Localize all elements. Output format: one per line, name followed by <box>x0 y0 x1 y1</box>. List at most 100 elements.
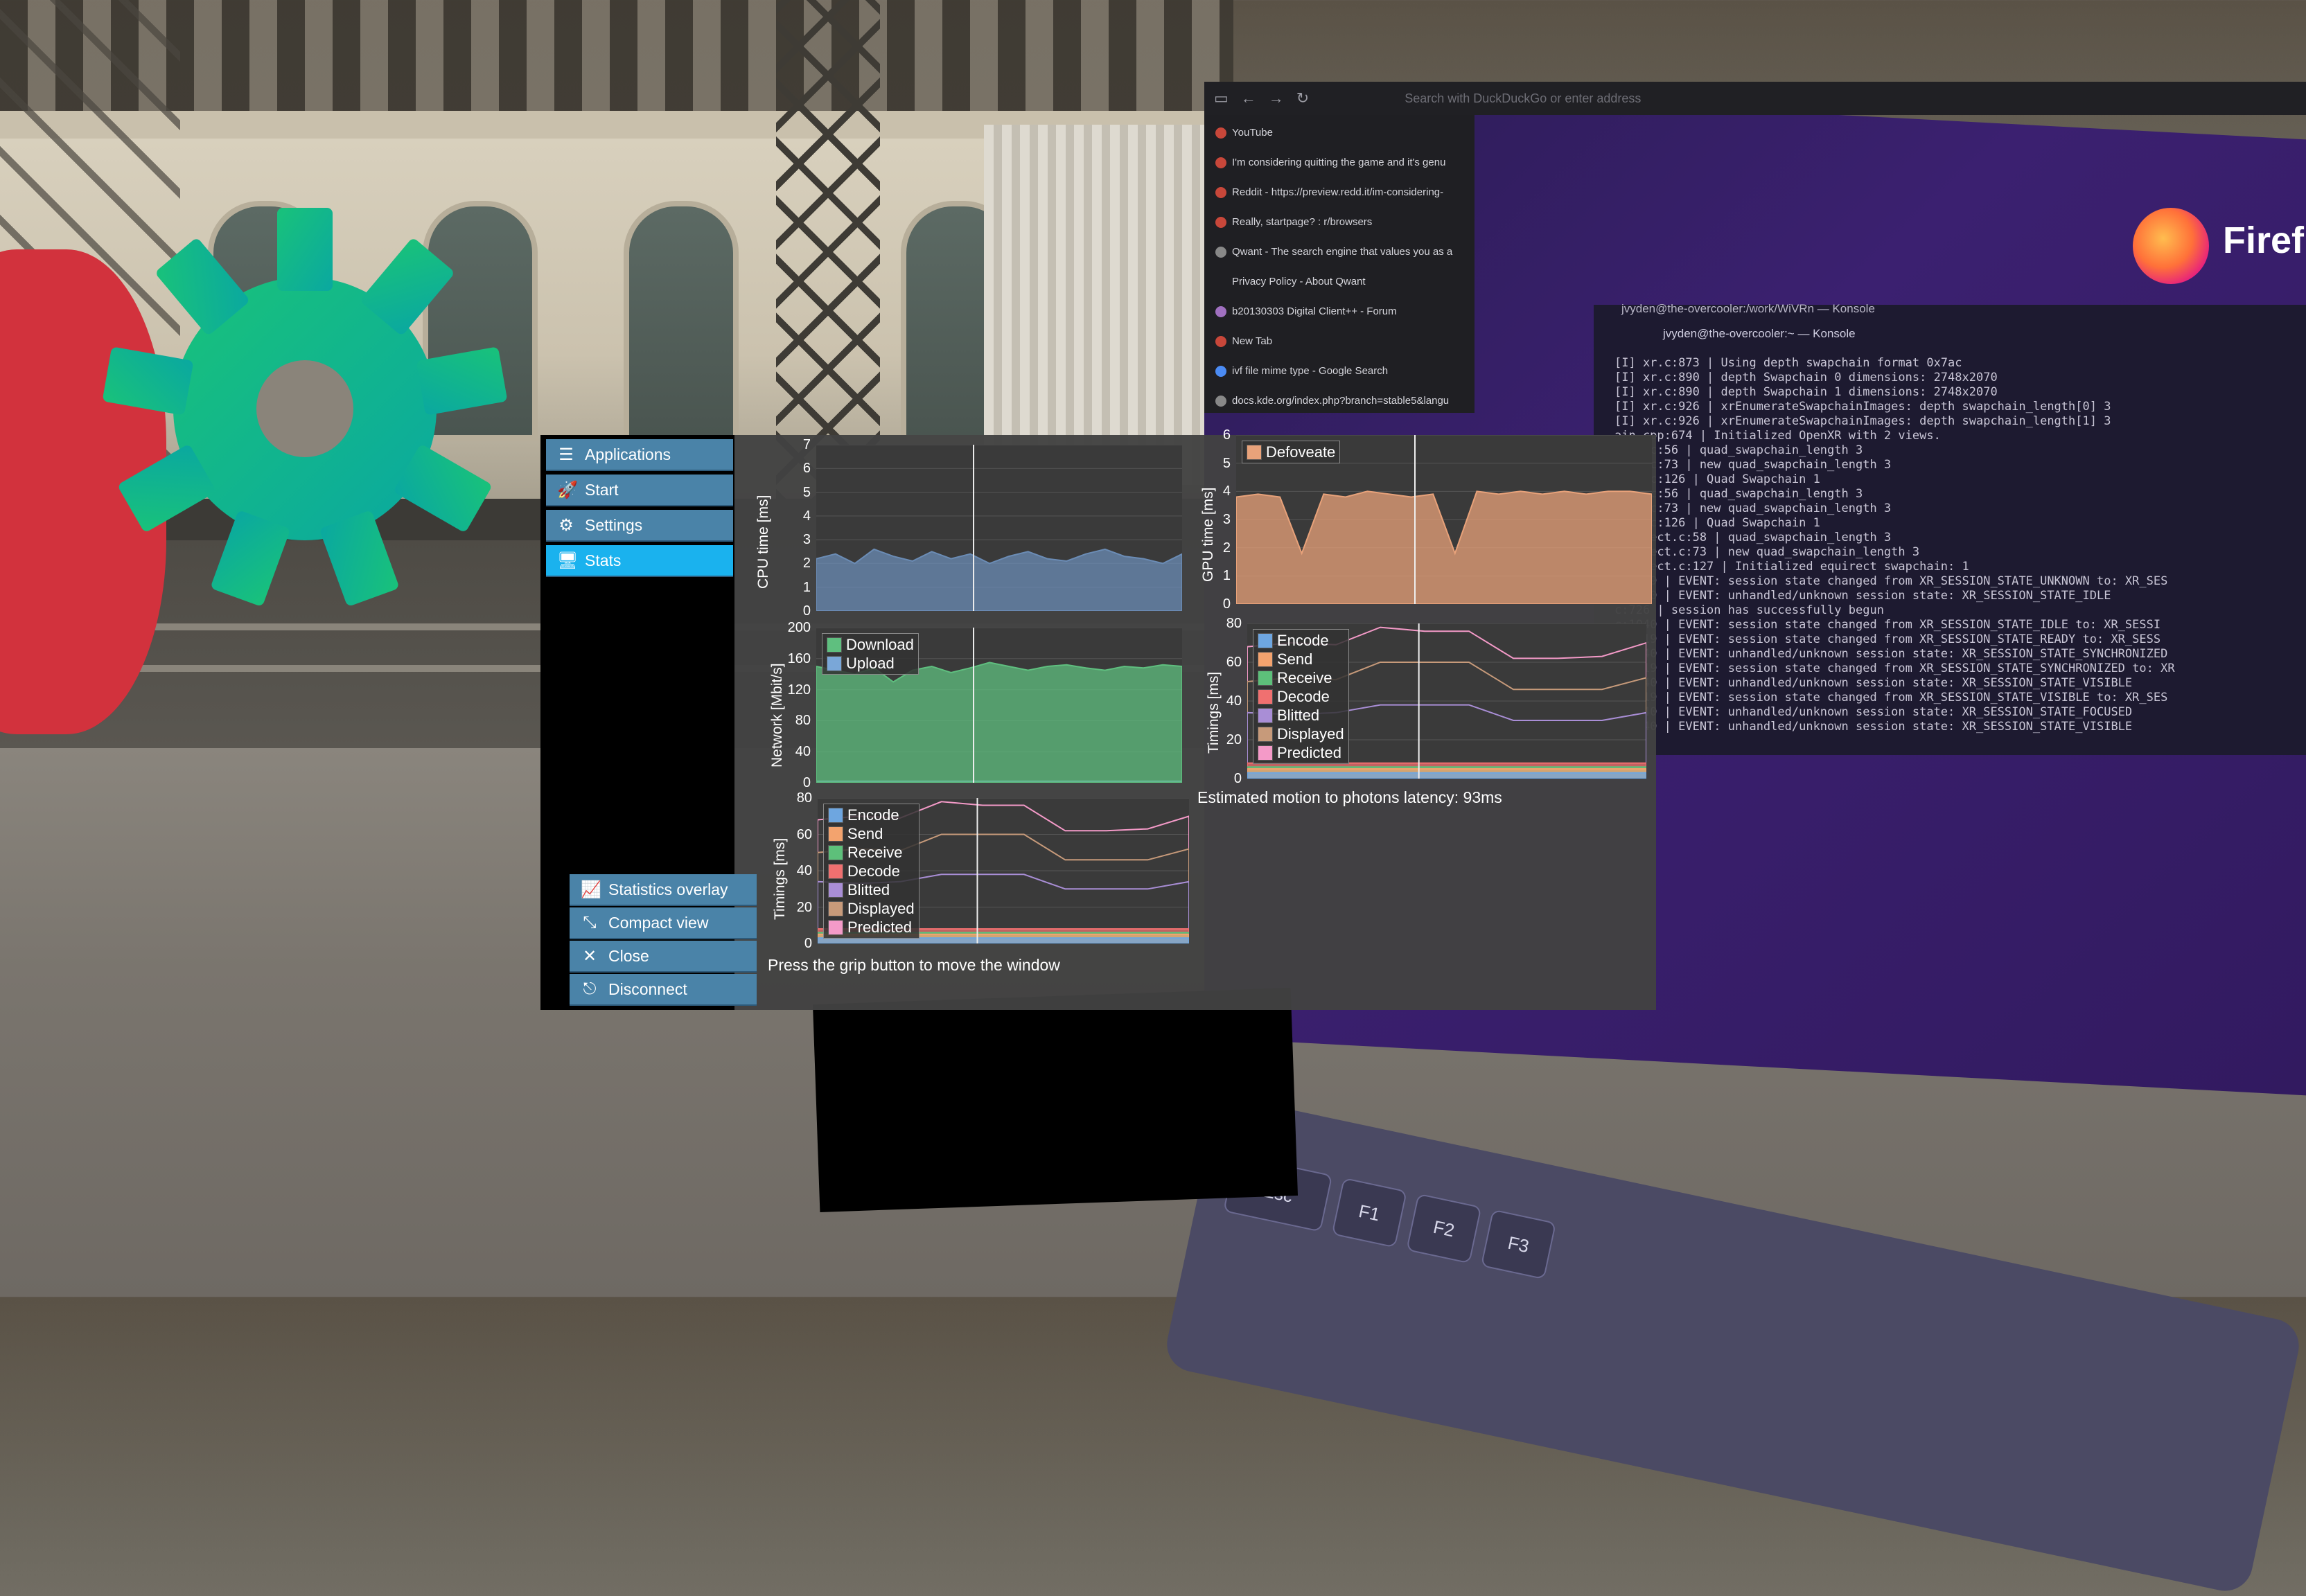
terminal-line: c:1019 | EVENT: session state changed fr… <box>1614 691 2168 704</box>
action-close[interactable]: ✕ Close <box>570 941 757 973</box>
y-tick-label: 20 <box>796 899 812 915</box>
terminal-line: quad.c:56 | quad_swapchain_length 3 <box>1614 487 1863 501</box>
terminal-line: c:1040 | EVENT: unhandled/unknown sessio… <box>1614 589 2111 603</box>
action-disconnect[interactable]: ⎋ Disconnect <box>570 974 757 1006</box>
favicon-icon <box>1215 157 1226 168</box>
history-item[interactable]: Reddit - https://preview.redd.it/im-cons… <box>1204 177 1475 207</box>
sidebar-item-start[interactable]: 🚀 Start <box>546 475 733 506</box>
shipping-container <box>984 125 1206 485</box>
action-label: Compact view <box>608 913 709 932</box>
legend-label: Send <box>847 825 883 842</box>
history-item[interactable]: I'm considering quitting the game and it… <box>1204 148 1475 177</box>
history-item-label: Privacy Policy - About Qwant <box>1232 276 1366 287</box>
sidebar-item-stats[interactable]: 🖥 Stats <box>546 545 733 577</box>
legend-item: Send <box>828 824 915 843</box>
legend-item: Encode <box>828 806 915 824</box>
history-item[interactable]: New Tab <box>1204 326 1475 356</box>
history-item[interactable]: docs.kde.org/index.php?branch=stable5&la… <box>1204 386 1475 416</box>
legend-item: Blitted <box>1258 706 1344 725</box>
history-item-label: Really, startpage? : r/browsers <box>1232 216 1373 228</box>
sidebar-toggle-icon[interactable]: ▭ <box>1214 89 1229 107</box>
legend-label: Displayed <box>1277 725 1344 743</box>
y-tick-label: 0 <box>804 936 812 951</box>
history-item[interactable]: YouTube <box>1204 118 1475 148</box>
konsole-tab[interactable]: jvyden@the-overcooler:~ — Konsole <box>1663 327 1856 341</box>
terminal-line: equirect.c:58 | quad_swapchain_length 3 <box>1614 531 1892 544</box>
sidebar-item-label: Start <box>585 480 619 499</box>
rocket-icon: 🚀 <box>557 480 578 499</box>
y-tick-label: 80 <box>796 790 812 806</box>
history-item-label: New Tab <box>1232 335 1273 347</box>
history-item[interactable]: ivf file mime type - Google Search <box>1204 356 1475 386</box>
legend-swatch <box>828 863 843 879</box>
y-tick-label: 0 <box>1233 771 1242 786</box>
legend-label: Displayed <box>847 900 915 917</box>
forward-icon[interactable]: → <box>1269 89 1284 107</box>
y-tick-label: 0 <box>802 775 811 790</box>
key-f3[interactable]: F3 <box>1480 1209 1557 1280</box>
legend-item: Receive <box>828 843 915 862</box>
legend-item: Blitted <box>828 880 915 899</box>
terminal-line: c:1040 | EVENT: session state changed fr… <box>1614 618 2161 632</box>
terminal-line: quad.c:126 | Quad Swapchain 1 <box>1614 472 1820 486</box>
y-tick-label: 40 <box>796 863 812 878</box>
series-encode <box>818 937 1189 943</box>
key-f1[interactable]: F1 <box>1331 1177 1407 1248</box>
history-item-label: docs.kde.org/index.php?branch=stable5&la… <box>1232 395 1450 407</box>
history-item[interactable]: b20130303 Digital Client++ - Forum <box>1204 296 1475 326</box>
legend-label: Predicted <box>847 919 912 936</box>
y-tick-label: 160 <box>787 650 811 666</box>
y-tick-label: 5 <box>802 484 811 500</box>
reload-icon[interactable]: ↻ <box>1296 89 1309 107</box>
chart-legend: Defoveate <box>1242 441 1341 463</box>
door-icon: ⎋ <box>583 979 597 998</box>
history-item[interactable]: Privacy Policy - About Qwant <box>1204 267 1475 296</box>
favicon-icon <box>1215 395 1226 407</box>
y-tick-label: 4 <box>1222 484 1231 499</box>
legend-swatch <box>828 901 843 916</box>
terminal-line: c:1040 | EVENT: unhandled/unknown sessio… <box>1614 647 2168 661</box>
key-f2[interactable]: F2 <box>1406 1193 1482 1264</box>
y-tick-label: 200 <box>787 620 811 635</box>
browser-toolbar: ▭ ← → ↻ Search with DuckDuckGo or enter … <box>1204 82 2306 115</box>
terminal-line: c:1040 | EVENT: unhandled/unknown sessio… <box>1614 720 2133 734</box>
action-compact-view[interactable]: ⤡ Compact view <box>570 907 757 939</box>
favicon-icon <box>1215 305 1226 317</box>
action-label: Close <box>608 946 649 965</box>
y-tick-label: 80 <box>1226 616 1242 631</box>
legend-item: Receive <box>1258 668 1344 687</box>
y-tick-label: 6 <box>802 461 811 477</box>
history-item[interactable]: Qwant - The search engine that values yo… <box>1204 237 1475 267</box>
legend-item: Defoveate <box>1247 443 1335 461</box>
action-label: Statistics overlay <box>608 880 728 898</box>
y-tick-label: 2 <box>802 556 811 571</box>
terminal-line: ain.cpp:674 | Initialized OpenXR with 2 … <box>1614 429 1941 443</box>
legend-label: Decode <box>1277 688 1330 705</box>
legend-swatch <box>828 919 843 935</box>
y-tick-label: 40 <box>795 744 811 760</box>
terminal-line: [I] xr.c:926 | xrEnumerateSwapchainImage… <box>1614 400 2111 414</box>
history-item[interactable]: Really, startpage? : r/browsers <box>1204 207 1475 237</box>
legend-swatch <box>827 637 842 653</box>
terminal-line: [I] xr.c:873 | Using depth swapchain for… <box>1614 356 1962 370</box>
terminal-line: quad.c:126 | Quad Swapchain 1 <box>1614 516 1820 530</box>
history-item-label: Qwant - The search engine that values yo… <box>1232 246 1453 258</box>
legend-swatch <box>1258 745 1273 761</box>
series-download <box>816 662 1182 783</box>
close-icon: ✕ <box>582 946 597 966</box>
legend-label: Blitted <box>847 881 890 898</box>
legend-item: Displayed <box>828 899 915 918</box>
terminal-line: c:1019 | EVENT: session state changed fr… <box>1614 632 2161 646</box>
back-icon[interactable]: ← <box>1241 89 1256 107</box>
terminal-line: equirect.c:127 | Initialized equirect sw… <box>1614 560 1969 574</box>
sidebar-item-label: Settings <box>585 515 643 534</box>
green-gear-icon <box>103 208 507 605</box>
sidebar-item-applications[interactable]: ☰ Applications <box>546 439 733 471</box>
chart-legend: Encode Send Receive Decode Blitted Displayed P… <box>1253 629 1349 764</box>
favicon-icon <box>1215 335 1226 347</box>
action-statistics-overlay[interactable]: 📈 Statistics overlay <box>570 874 757 906</box>
url-bar[interactable]: Search with DuckDuckGo or enter address <box>1405 91 1641 106</box>
legend-label: Receive <box>1277 669 1332 686</box>
sidebar-item-settings[interactable]: ⚙ Settings <box>546 510 733 542</box>
y-tick-label: 0 <box>1222 596 1231 612</box>
